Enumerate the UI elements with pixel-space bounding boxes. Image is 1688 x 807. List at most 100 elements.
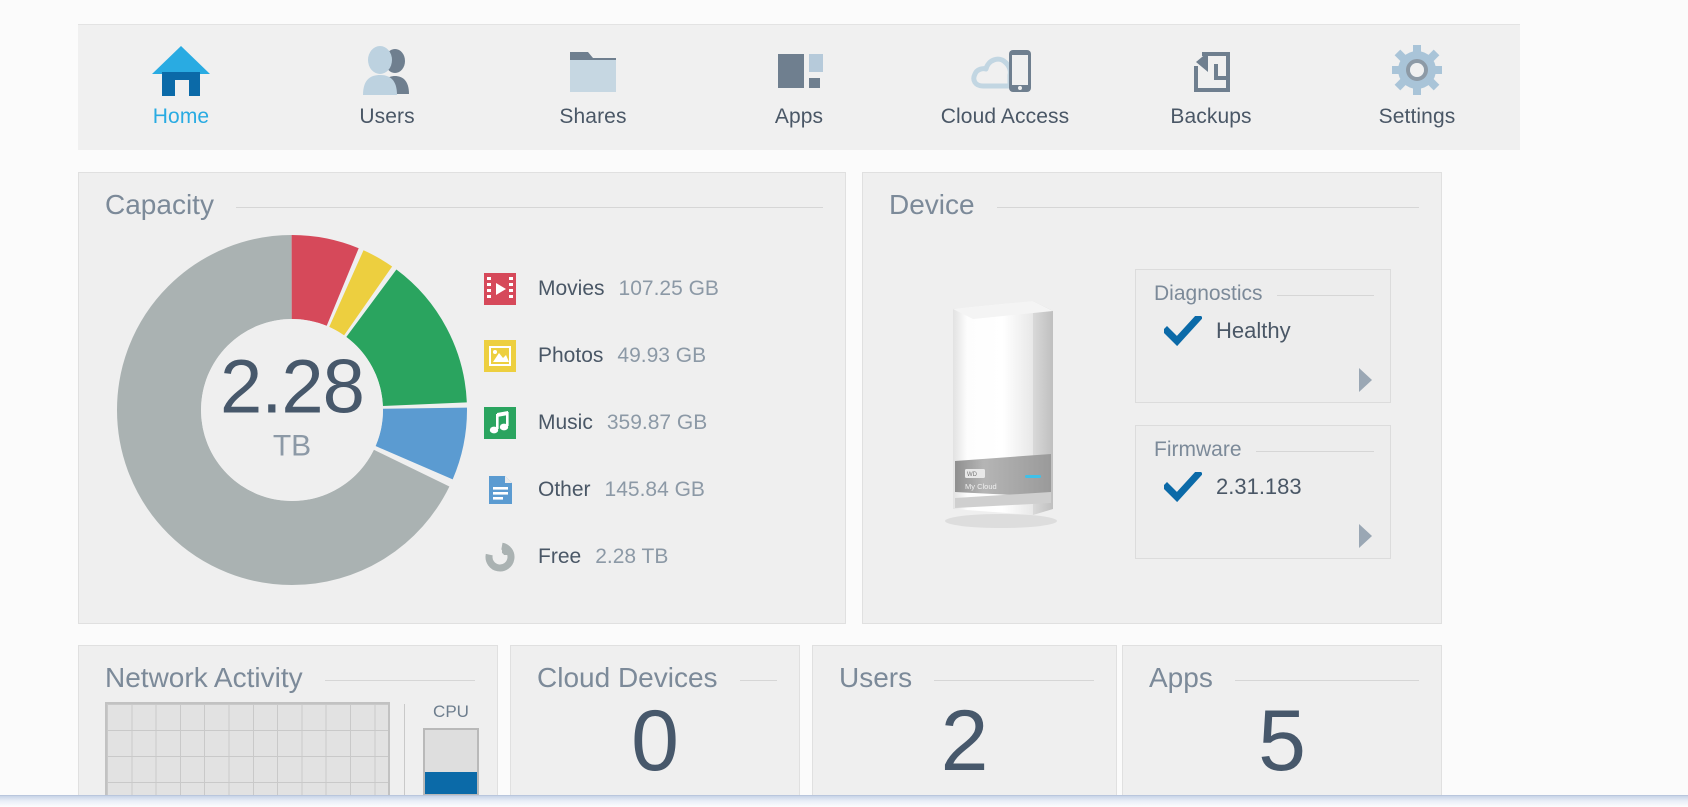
nav-label-apps: Apps [774, 105, 824, 128]
nav-item-home[interactable]: Home [78, 25, 284, 150]
home-icon [150, 39, 212, 101]
diagnostics-status: Healthy [1216, 318, 1291, 343]
capacity-panel: Capacity 2.28 TB Movies 107.25 GB Photos… [78, 172, 846, 624]
picture-icon [484, 339, 516, 372]
capacity-title: Capacity [105, 189, 214, 220]
legend-row-other[interactable]: Other 145.84 GB [484, 456, 814, 523]
cloud-devices-title: Cloud Devices [537, 662, 718, 693]
nav-item-apps[interactable]: Apps [696, 25, 902, 150]
device-title: Device [889, 189, 975, 220]
nav-item-settings[interactable]: Settings [1314, 25, 1520, 150]
title-divider [324, 679, 475, 681]
title-divider [1276, 295, 1374, 296]
title-divider [996, 206, 1419, 208]
firmware-header: Firmware [1136, 426, 1390, 462]
cloud-devices-header: Cloud Devices [511, 646, 799, 694]
svg-text:WD: WD [967, 472, 978, 478]
firmware-title: Firmware [1154, 438, 1242, 461]
film-icon [484, 272, 516, 305]
users-count: 2 [940, 693, 989, 789]
legend-label-music: Music [538, 410, 593, 434]
network-activity-panel: Network Activity CPU [78, 645, 498, 807]
firmware-version: 2.31.183 [1216, 474, 1302, 499]
nav-item-shares[interactable]: Shares [490, 25, 696, 150]
nav-label-users: Users [359, 105, 415, 128]
main-navigation: Home Users Shares Apps Cloud Access Back… [78, 24, 1520, 150]
check-icon [1162, 469, 1203, 503]
folder-icon [562, 39, 624, 101]
music-icon [484, 406, 516, 439]
document-icon [484, 474, 516, 506]
nav-label-settings: Settings [1378, 105, 1456, 128]
device-image: WD My Cloud [929, 293, 1079, 533]
users-title: Users [839, 662, 913, 693]
diagnostics-box[interactable]: Diagnostics Healthy [1135, 269, 1391, 403]
cpu-meter-block: CPU [423, 702, 479, 807]
legend-value-other: 145.84 GB [604, 477, 705, 501]
cloud-devices-panel: Cloud Devices 0 [510, 645, 800, 807]
left-gutter [0, 0, 78, 795]
network-graph [105, 702, 391, 807]
apps-header: Apps [1123, 646, 1441, 694]
legend-label-photos: Photos [538, 343, 604, 367]
title-divider [235, 206, 823, 208]
network-title: Network Activity [105, 662, 303, 693]
nav-label-home: Home [152, 105, 210, 128]
capacity-legend: Movies 107.25 GB Photos 49.93 GB Music 3… [484, 255, 814, 590]
cpu-meter [423, 728, 479, 796]
title-divider [739, 679, 777, 681]
legend-label-other: Other [538, 477, 591, 501]
cloud-phone-icon [969, 39, 1041, 101]
diagnostics-header: Diagnostics [1136, 270, 1390, 306]
check-icon [1162, 313, 1203, 347]
legend-row-movies[interactable]: Movies 107.25 GB [484, 255, 814, 322]
nav-item-backups[interactable]: Backups [1108, 25, 1314, 150]
legend-value-free: 2.28 TB [595, 544, 669, 568]
device-panel: Device WD My Cloud Diagnostics Healthy F… [862, 172, 1442, 624]
nav-item-users[interactable]: Users [284, 25, 490, 150]
chevron-right-icon[interactable] [1356, 366, 1374, 394]
apps-title: Apps [1149, 662, 1213, 693]
users-icon [356, 39, 418, 101]
cpu-label: CPU [433, 702, 469, 721]
title-divider [1234, 679, 1419, 681]
nav-label-cloud-access: Cloud Access [940, 105, 1070, 128]
nav-item-cloud-access[interactable]: Cloud Access [902, 25, 1108, 150]
svg-text:My Cloud: My Cloud [965, 482, 997, 491]
users-panel: Users 2 [812, 645, 1117, 807]
legend-value-music: 359.87 GB [606, 410, 708, 434]
nav-label-shares: Shares [559, 105, 627, 128]
diagnostics-title: Diagnostics [1154, 282, 1263, 305]
network-header: Network Activity [79, 646, 497, 694]
cpu-meter-fill [425, 772, 477, 794]
device-header: Device [863, 173, 1441, 221]
title-divider [1255, 451, 1374, 452]
capacity-header: Capacity [79, 173, 845, 221]
legend-value-movies: 107.25 GB [618, 276, 719, 300]
network-body: CPU [105, 702, 479, 807]
legend-label-free: Free [538, 544, 582, 568]
window-bottom-edge [0, 795, 1688, 807]
firmware-box[interactable]: Firmware 2.31.183 [1135, 425, 1391, 559]
users-header: Users [813, 646, 1116, 694]
donut-icon [484, 541, 516, 573]
right-gutter [1520, 0, 1688, 795]
firmware-body: 2.31.183 [1136, 462, 1390, 503]
legend-value-photos: 49.93 GB [617, 343, 707, 367]
diagnostics-body: Healthy [1136, 306, 1390, 347]
title-divider [934, 679, 1094, 681]
cloud-devices-count: 0 [631, 693, 679, 789]
apps-grid-icon [768, 39, 830, 101]
apps-count: 5 [1258, 693, 1306, 789]
legend-row-photos[interactable]: Photos 49.93 GB [484, 322, 814, 389]
chevron-right-icon[interactable] [1356, 522, 1374, 550]
backup-clock-icon [1180, 39, 1242, 101]
legend-row-free[interactable]: Free 2.28 TB [484, 523, 814, 590]
nav-label-backups: Backups [1170, 105, 1252, 128]
apps-panel: Apps 5 [1122, 645, 1442, 807]
legend-label-movies: Movies [538, 276, 605, 300]
vertical-divider [404, 704, 405, 807]
legend-row-music[interactable]: Music 359.87 GB [484, 389, 814, 456]
app-window: Home Users Shares Apps Cloud Access Back… [0, 0, 1688, 807]
gear-icon [1386, 39, 1448, 101]
